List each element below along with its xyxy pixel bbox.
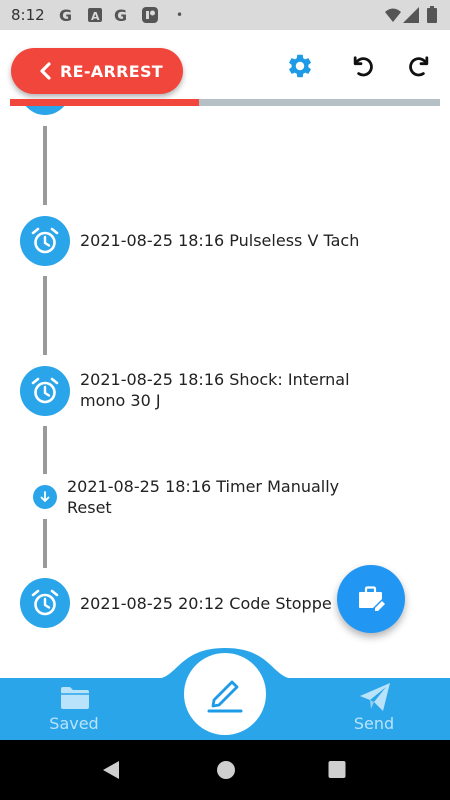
svg-text:A: A xyxy=(91,10,100,23)
progress-fill xyxy=(10,99,199,106)
folder-icon xyxy=(61,687,89,709)
list-item[interactable]: 2021-08-25 18:16 Pulseless V Tach xyxy=(80,230,359,251)
alarm-clock-icon xyxy=(20,366,70,416)
battery-icon xyxy=(427,6,437,23)
google-g-icon: G xyxy=(59,7,72,23)
redo-icon[interactable] xyxy=(407,52,435,80)
event-text: 2021-08-25 18:16 Timer Manually xyxy=(67,477,340,496)
wifi-icon xyxy=(385,8,401,22)
alarm-clock-icon xyxy=(20,106,70,115)
pencil-icon xyxy=(207,680,243,713)
alarm-clock-icon xyxy=(20,578,70,628)
arrow-down-icon xyxy=(33,485,57,509)
back-icon[interactable] xyxy=(102,760,120,780)
briefcase-edit-icon xyxy=(359,586,385,611)
timeline-connector xyxy=(43,426,47,474)
list-item[interactable]: 2021-08-25 20:12 Code Stoppe xyxy=(80,593,342,614)
system-nav-bar xyxy=(0,740,450,800)
event-text-cont: mono 30 J xyxy=(80,391,161,410)
new-code-button[interactable] xyxy=(184,653,266,735)
news-a-icon: A xyxy=(88,8,102,23)
event-text: 2021-08-25 18:16 Shock: Internal xyxy=(80,370,350,389)
home-icon[interactable] xyxy=(216,760,236,780)
event-text: 2021-08-25 20:12 Code Stoppe xyxy=(80,594,332,613)
chevron-left-icon xyxy=(40,62,51,80)
recents-icon[interactable] xyxy=(328,760,346,780)
alarm-clock-icon xyxy=(20,216,70,266)
timeline-connector xyxy=(43,519,47,568)
undo-icon[interactable] xyxy=(347,52,375,80)
photo-app-icon xyxy=(142,7,158,23)
list-item[interactable]: 2021-08-25 18:16 Timer Manually Reset xyxy=(67,476,339,518)
timeline-connector xyxy=(43,276,47,355)
nav-send[interactable]: Send xyxy=(319,678,429,740)
nav-saved[interactable]: Saved xyxy=(19,678,129,740)
nav-send-label: Send xyxy=(353,714,395,733)
status-time: 8:12 xyxy=(11,6,45,24)
send-paper-plane-icon xyxy=(360,683,390,711)
signal-icon xyxy=(403,7,419,23)
event-text-cont: Reset xyxy=(67,498,112,517)
event-text: 2021-08-25 18:16 Pulseless V Tach xyxy=(80,231,360,250)
status-bar: 8:12 G A G • xyxy=(0,0,450,30)
header-toolbar: RE-ARREST xyxy=(0,30,450,110)
google-g-icon: G xyxy=(114,7,127,23)
nav-saved-label: Saved xyxy=(49,714,99,733)
status-dot: • xyxy=(176,8,184,22)
timeline-connector xyxy=(43,126,47,205)
list-item[interactable]: 2021-08-25 18:16 Shock: Internal mono 30… xyxy=(80,369,350,411)
gear-icon[interactable] xyxy=(286,52,314,80)
svg-text:G: G xyxy=(59,7,72,23)
app-root: 8:12 G A G • RE-ARREST 2021-08-25 18:16 … xyxy=(0,0,450,800)
edit-briefcase-fab[interactable] xyxy=(337,565,405,633)
svg-text:G: G xyxy=(114,7,127,23)
rearrest-label: RE-ARREST xyxy=(60,61,163,81)
rearrest-button[interactable]: RE-ARREST xyxy=(11,48,183,94)
